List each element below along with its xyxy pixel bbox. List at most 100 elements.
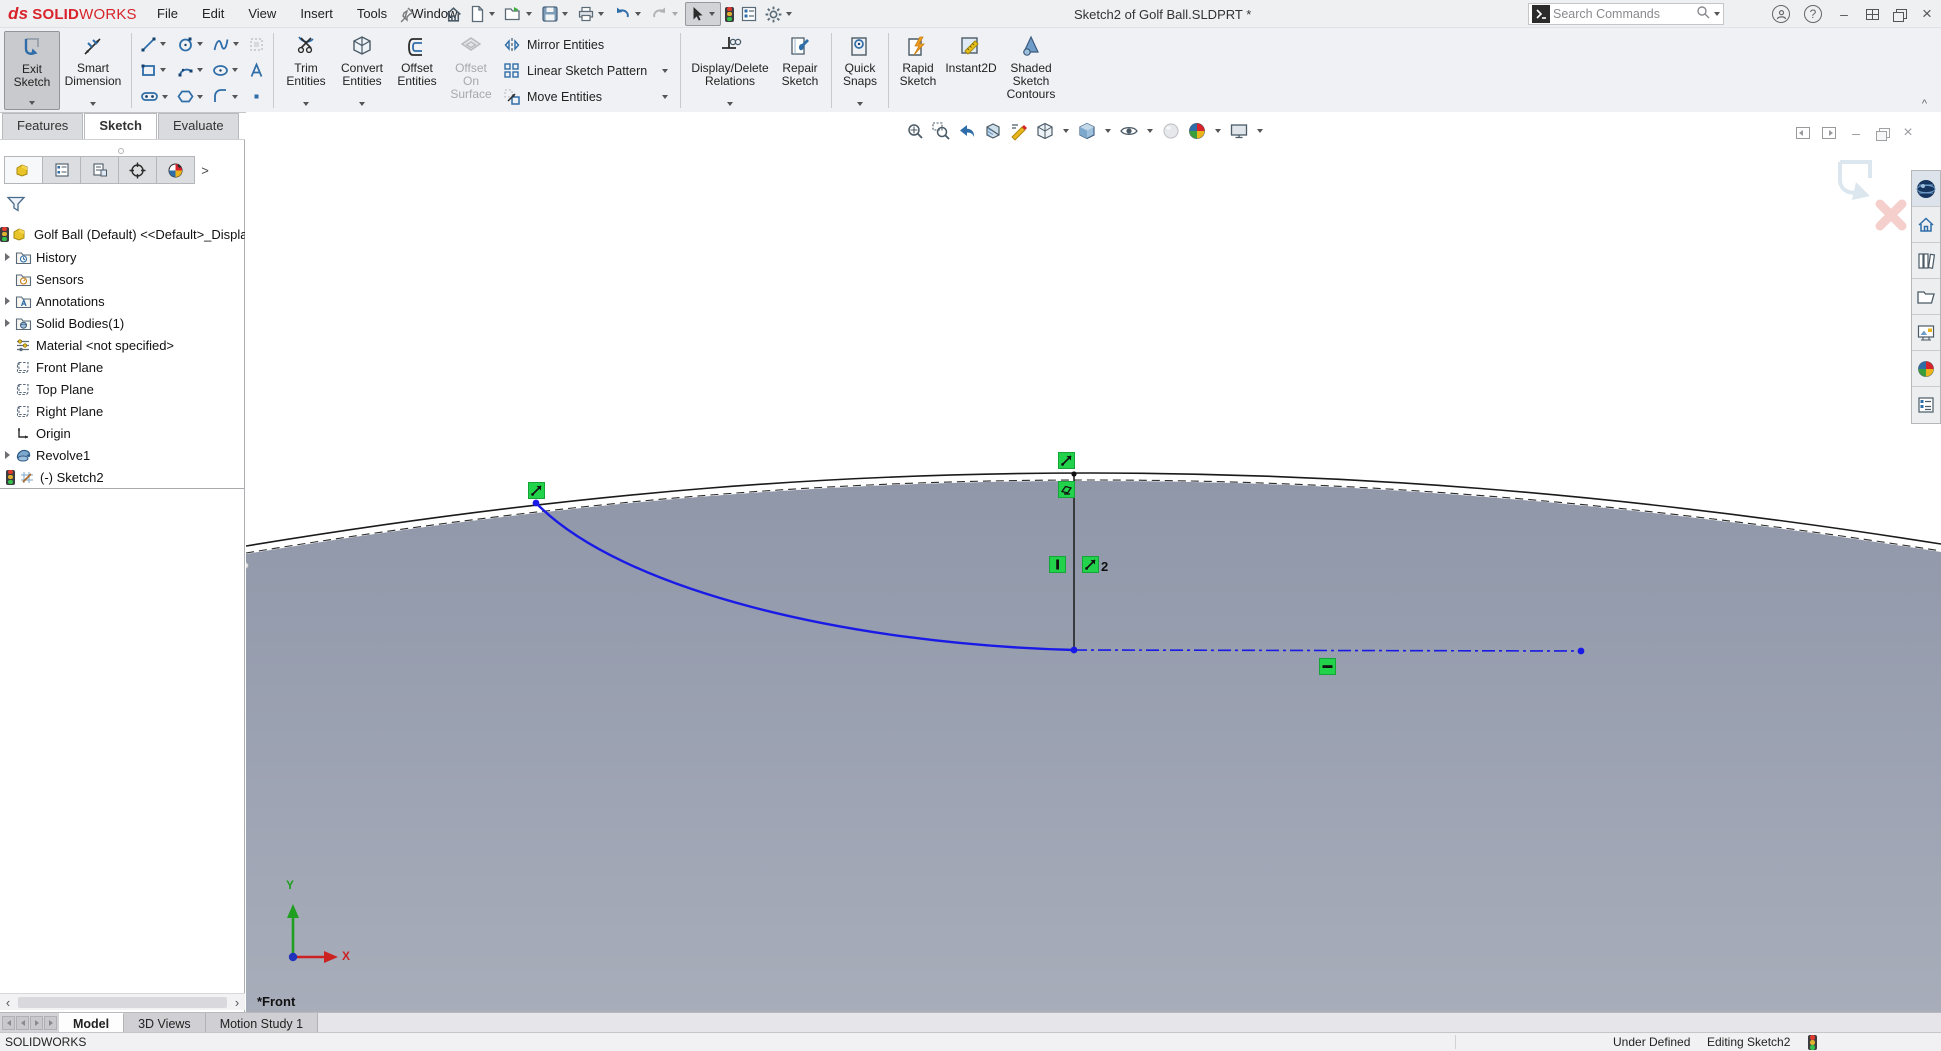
tab-evaluate[interactable]: Evaluate [158, 113, 239, 139]
move-entities-button[interactable]: Move Entities [503, 85, 671, 109]
display-delete-relations-button[interactable]: Display/Delete Relations [686, 31, 774, 110]
expand-arrow-icon[interactable] [0, 297, 14, 305]
statusbar-rebuild-icon[interactable] [1808, 1035, 1817, 1050]
previous-tab-button[interactable] [16, 1016, 29, 1030]
ellipse-tool[interactable] [209, 57, 245, 83]
tree-item-sketch2[interactable]: (-) Sketch2 [0, 466, 245, 488]
polygon-tool[interactable] [174, 84, 209, 110]
tree-item-material[interactable]: Material <not specified> [0, 334, 245, 356]
file-properties-button[interactable] [738, 2, 760, 26]
dynamic-annotation-views-button[interactable] [1008, 120, 1030, 142]
trim-entities-button[interactable]: Trim Entities [279, 31, 333, 110]
tab-sketch[interactable]: Sketch [84, 113, 157, 139]
tree-item-sensors[interactable]: Sensors [0, 268, 245, 290]
rectangle-tool[interactable] [137, 57, 174, 83]
relation-pierce-icon[interactable] [1058, 452, 1075, 469]
menu-file[interactable]: File [145, 0, 190, 28]
tree-horizontal-scrollbar[interactable]: ‹ › [0, 993, 245, 1010]
expand-arrow-icon[interactable] [0, 253, 14, 261]
new-document-button[interactable] [467, 2, 500, 26]
line-tool[interactable] [137, 31, 174, 57]
collapse-pane-left-button[interactable] [1796, 127, 1810, 139]
minimize-button[interactable]: – [1836, 6, 1852, 22]
search-input[interactable] [1553, 7, 1695, 21]
tree-root-golf-ball[interactable]: Golf Ball (Default) <<Default>_Display S… [0, 222, 245, 246]
expand-arrow-icon[interactable] [0, 451, 14, 459]
dimxpert-manager-tab[interactable] [118, 156, 157, 184]
tab-motion-study[interactable]: Motion Study 1 [206, 1013, 318, 1032]
relation-horizontal-icon[interactable] [1319, 658, 1336, 675]
instant2d-button[interactable]: Instant2D [942, 31, 1000, 110]
zoom-to-area-button[interactable] [930, 120, 952, 142]
zoom-to-fit-button[interactable] [904, 120, 926, 142]
feature-manager-tab[interactable] [4, 156, 43, 184]
relation-pierce2-icon[interactable] [1082, 556, 1099, 573]
circle-tool[interactable] [174, 31, 209, 57]
linear-sketch-pattern-button[interactable]: Linear Sketch Pattern [503, 59, 671, 83]
manager-tabs-more-arrow[interactable]: > [194, 156, 216, 184]
appearances-scenes-tab[interactable] [1912, 351, 1940, 387]
user-account-icon[interactable] [1772, 5, 1790, 23]
first-tab-button[interactable] [2, 1016, 15, 1030]
tree-item-history[interactable]: History [0, 246, 245, 268]
menu-edit[interactable]: Edit [190, 0, 236, 28]
ribbon-collapse-chevron[interactable]: ^ [1922, 98, 1927, 110]
apply-scene-dropdown[interactable] [1215, 129, 1221, 133]
property-manager-tab[interactable] [42, 156, 81, 184]
design-library-tab[interactable] [1912, 243, 1940, 279]
section-view-button[interactable] [982, 120, 1004, 142]
tab-model[interactable]: Model [59, 1013, 124, 1032]
help-icon[interactable]: ? [1804, 5, 1822, 23]
doc-minimize-button[interactable]: – [1848, 125, 1864, 141]
options-button[interactable] [762, 2, 797, 26]
view-orientation-button[interactable] [1034, 120, 1056, 142]
configuration-manager-tab[interactable] [80, 156, 119, 184]
home-button[interactable] [442, 2, 465, 26]
slot-tool[interactable] [137, 84, 174, 110]
undo-button[interactable] [611, 2, 646, 26]
restore-button[interactable] [1893, 9, 1905, 20]
menu-insert[interactable]: Insert [288, 0, 345, 28]
home-tab[interactable] [1912, 207, 1940, 243]
confirm-cancel-sketch-icon[interactable] [1880, 204, 1902, 226]
file-explorer-tab[interactable] [1912, 279, 1940, 315]
save-button[interactable] [539, 2, 573, 26]
tree-item-top-plane[interactable]: Top Plane [0, 378, 245, 400]
search-dropdown-arrow[interactable] [1714, 12, 1720, 16]
shaded-sketch-contours-button[interactable]: Shaded Sketch Contours [1000, 31, 1062, 110]
sketch-fillet-tool[interactable] [209, 84, 245, 110]
doc-restore-button[interactable] [1876, 128, 1888, 139]
relation-on-surface-icon[interactable] [1058, 481, 1075, 498]
maximize-button[interactable] [1866, 9, 1879, 20]
scrollbar-thumb[interactable] [18, 997, 227, 1008]
filter-funnel-icon[interactable] [6, 194, 26, 214]
tree-item-revolve1[interactable]: Revolve1 [0, 444, 245, 466]
arc-tool[interactable] [174, 57, 209, 83]
smart-dimension-button[interactable]: Smart Dimension [60, 31, 126, 110]
relation-pierce-icon[interactable] [528, 482, 545, 499]
tree-item-origin[interactable]: Origin [0, 422, 245, 444]
tree-item-annotations[interactable]: Annotations [0, 290, 245, 312]
exit-sketch-button[interactable]: Exit Sketch [4, 31, 60, 110]
offset-entities-button[interactable]: Offset Entities [391, 31, 443, 110]
display-manager-tab[interactable] [156, 156, 195, 184]
pin-menu-icon[interactable] [398, 5, 416, 23]
confirm-exit-sketch-icon[interactable] [1840, 162, 1870, 200]
tab-3d-views[interactable]: 3D Views [124, 1013, 206, 1032]
hide-show-items-dropdown[interactable] [1147, 129, 1153, 133]
quick-snaps-button[interactable]: Quick Snaps [837, 31, 883, 110]
search-commands-box[interactable] [1528, 3, 1724, 25]
point-tool[interactable] [245, 84, 268, 110]
tab-features[interactable]: Features [2, 113, 83, 139]
tree-item-solid-bodies[interactable]: Solid Bodies(1) [0, 312, 245, 334]
previous-view-button[interactable] [956, 120, 978, 142]
display-style-dropdown[interactable] [1105, 129, 1111, 133]
mirror-entities-button[interactable]: Mirror Entities [503, 33, 671, 57]
relation-vertical-icon[interactable] [1049, 556, 1066, 573]
panel-splitter-grip[interactable] [118, 148, 124, 154]
view-palette-tab[interactable] [1912, 315, 1940, 351]
print-button[interactable] [575, 2, 609, 26]
apply-scene-button[interactable] [1186, 120, 1208, 142]
repair-sketch-button[interactable]: Repair Sketch [774, 31, 826, 110]
spline-tool[interactable] [209, 31, 245, 57]
